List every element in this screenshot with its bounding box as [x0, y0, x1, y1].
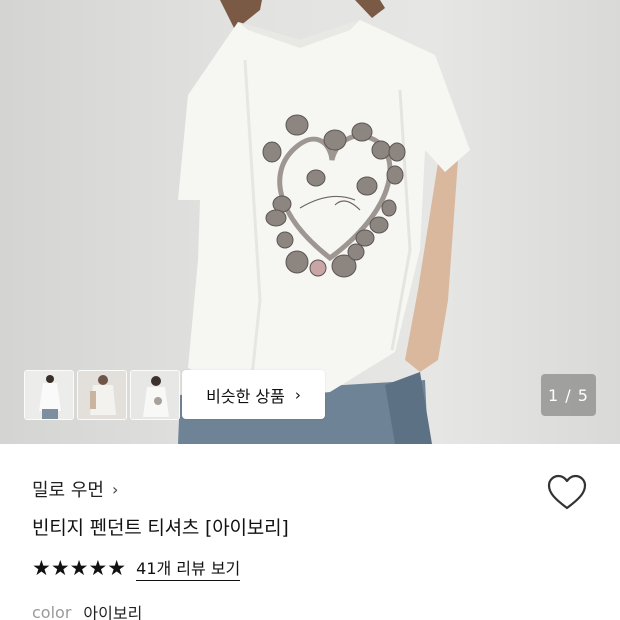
similar-products-label: 비슷한 상품 — [206, 386, 285, 406]
rating-row: ★★★★★ 41개 리뷰 보기 — [32, 555, 241, 581]
heart-icon[interactable] — [547, 474, 587, 512]
color-option: color 아이보리 — [32, 600, 142, 620]
thumbnail-3[interactable] — [130, 370, 180, 420]
brand-link[interactable]: 밀로 우먼 › — [32, 476, 118, 502]
chevron-right-icon: › — [294, 385, 301, 404]
color-value: 아이보리 — [83, 604, 143, 620]
star-rating-icon: ★★★★★ — [32, 556, 127, 580]
thumbnail-2[interactable] — [77, 370, 127, 420]
review-link[interactable]: 41개 리뷰 보기 — [136, 555, 241, 581]
chevron-right-icon: › — [111, 479, 119, 499]
product-title: 빈티지 펜던트 티셔츠 [아이보리] — [32, 517, 289, 539]
thumbnail-strip — [24, 370, 180, 420]
product-image-gallery[interactable]: 비슷한 상품 › 1 / 5 — [0, 0, 620, 444]
thumbnail-1[interactable] — [24, 370, 74, 420]
image-page-counter: 1 / 5 — [541, 374, 596, 416]
similar-products-button[interactable]: 비슷한 상품 › — [182, 370, 325, 419]
color-label: color — [32, 602, 72, 620]
brand-name: 밀로 우먼 — [32, 480, 104, 501]
